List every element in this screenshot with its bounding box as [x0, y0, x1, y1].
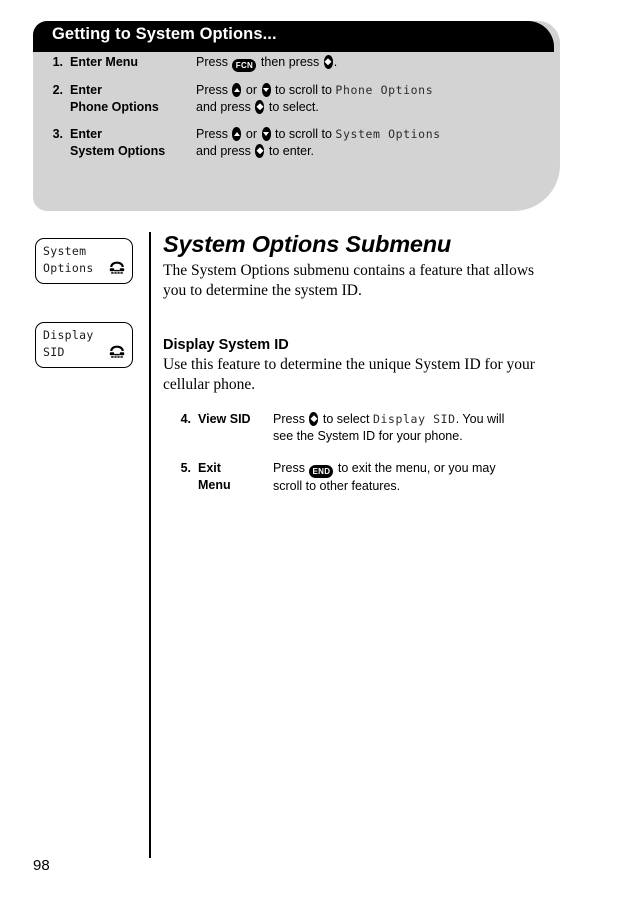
page-title: System Options Submenu — [163, 231, 452, 257]
step-instruction-line2: and press to select. — [196, 99, 560, 116]
menu-label-display-sid: Display SID — [372, 412, 456, 426]
step-text: Press — [273, 461, 309, 475]
step-text: . — [333, 55, 338, 69]
step-title: View SID — [198, 411, 273, 428]
step-instruction: Press to select Display SID. You will se… — [273, 411, 563, 445]
lcd-line-1: System — [43, 244, 87, 258]
lcd-line-1: Display — [43, 328, 94, 342]
step-title: Enter Menu — [70, 54, 196, 71]
intro-paragraph: The System Options submenu contains a fe… — [163, 262, 535, 299]
step-item: 5. Exit Menu Press END to exit the menu,… — [163, 460, 563, 495]
step-number: 4. — [180, 412, 191, 426]
select-key-icon — [323, 55, 333, 69]
callout-title: Getting to System Options... — [52, 25, 277, 43]
roam-phone-icon — [109, 261, 125, 274]
step-text: Press — [196, 127, 232, 141]
step-number: 1. — [52, 55, 63, 69]
getting-to-system-options-callout: Getting to System Options... 1. Enter Me… — [33, 21, 560, 211]
scroll-down-key-icon — [261, 127, 271, 141]
menu-label-phone-options: Phone Options — [335, 83, 434, 97]
lcd-line-2: SID — [43, 345, 65, 359]
step-text: and press — [196, 100, 255, 114]
step-title-line1: Exit — [198, 461, 221, 475]
scroll-down-key-icon — [261, 83, 271, 97]
section-heading: Display System ID — [163, 337, 289, 353]
lcd-line-2: Options — [43, 261, 94, 275]
main-content: System Options Submenu The System Option… — [163, 231, 563, 394]
step-title-line1: Enter — [70, 83, 102, 97]
step-item: 1. Enter Menu Press FCN then press . — [33, 54, 560, 72]
step-instruction: Press END to exit the menu, or you may s… — [273, 460, 563, 495]
step-text: to select — [319, 412, 373, 426]
select-key-icon — [309, 412, 319, 426]
step-text: to select. — [265, 100, 319, 114]
step-title: Enter Phone Options — [70, 82, 196, 115]
fcn-key-icon: FCN — [232, 59, 257, 72]
step-title-line2: Menu — [198, 478, 231, 492]
step-instruction: Press or to scroll to System Options and… — [196, 126, 560, 160]
step-number: 2. — [52, 83, 63, 97]
scroll-up-key-icon — [232, 83, 242, 97]
menu-label-system-options: System Options — [335, 127, 441, 141]
step-text: or — [242, 83, 261, 97]
section-paragraph: Use this feature to determine the unique… — [163, 356, 535, 393]
step-instruction-line2: see the System ID for your phone. — [273, 429, 463, 443]
step-instruction-line2: and press to enter. — [196, 143, 560, 160]
step-text: then press — [257, 55, 323, 69]
step-title-line2: System Options — [70, 143, 166, 158]
step-text: . You will — [455, 412, 505, 426]
step-text: or — [242, 127, 261, 141]
step-number: 5. — [180, 461, 191, 475]
step-title-line1: Enter Menu — [70, 55, 139, 69]
step-text: to exit the menu, or you may — [334, 461, 496, 475]
step-item: 4. View SID Press to select Display SID.… — [163, 411, 563, 445]
step-text: Press — [196, 55, 232, 69]
select-key-icon — [255, 100, 265, 114]
step-text: to scroll to — [271, 127, 336, 141]
lcd-screen-display-sid: Display SID — [35, 322, 133, 368]
step-instruction: Press or to scroll to Phone Options and … — [196, 82, 560, 116]
content-divider-rule — [149, 232, 151, 858]
step-title-line2: Phone Options — [70, 99, 159, 114]
step-text: Press — [273, 412, 309, 426]
step-item: 3. Enter System Options Press or to scro… — [33, 126, 560, 160]
step-item: 2. Enter Phone Options Press or to scrol… — [33, 82, 560, 116]
lcd-screen-system-options: System Options — [35, 238, 133, 284]
page-number: 98 — [33, 857, 50, 874]
step-text: to scroll to — [271, 83, 336, 97]
step-title-line1: View SID — [198, 412, 251, 426]
lower-steps-list: 4. View SID Press to select Display SID.… — [163, 411, 563, 510]
step-number: 3. — [52, 127, 63, 141]
scroll-up-key-icon — [232, 127, 242, 141]
callout-steps-list: 1. Enter Menu Press FCN then press . 2. … — [33, 54, 560, 170]
step-instruction-line2: scroll to other features. — [273, 479, 401, 493]
step-title: Exit Menu — [198, 460, 273, 494]
display-system-id-section: Display System ID Use this feature to de… — [163, 336, 563, 394]
select-key-icon — [255, 144, 265, 158]
step-text: and press — [196, 144, 255, 158]
step-text: Press — [196, 83, 232, 97]
step-title-line1: Enter — [70, 127, 102, 141]
end-key-icon: END — [309, 465, 334, 478]
step-instruction: Press FCN then press . — [196, 54, 560, 72]
roam-phone-icon — [109, 345, 125, 358]
step-text: to enter. — [265, 144, 315, 158]
step-title: Enter System Options — [70, 126, 196, 159]
